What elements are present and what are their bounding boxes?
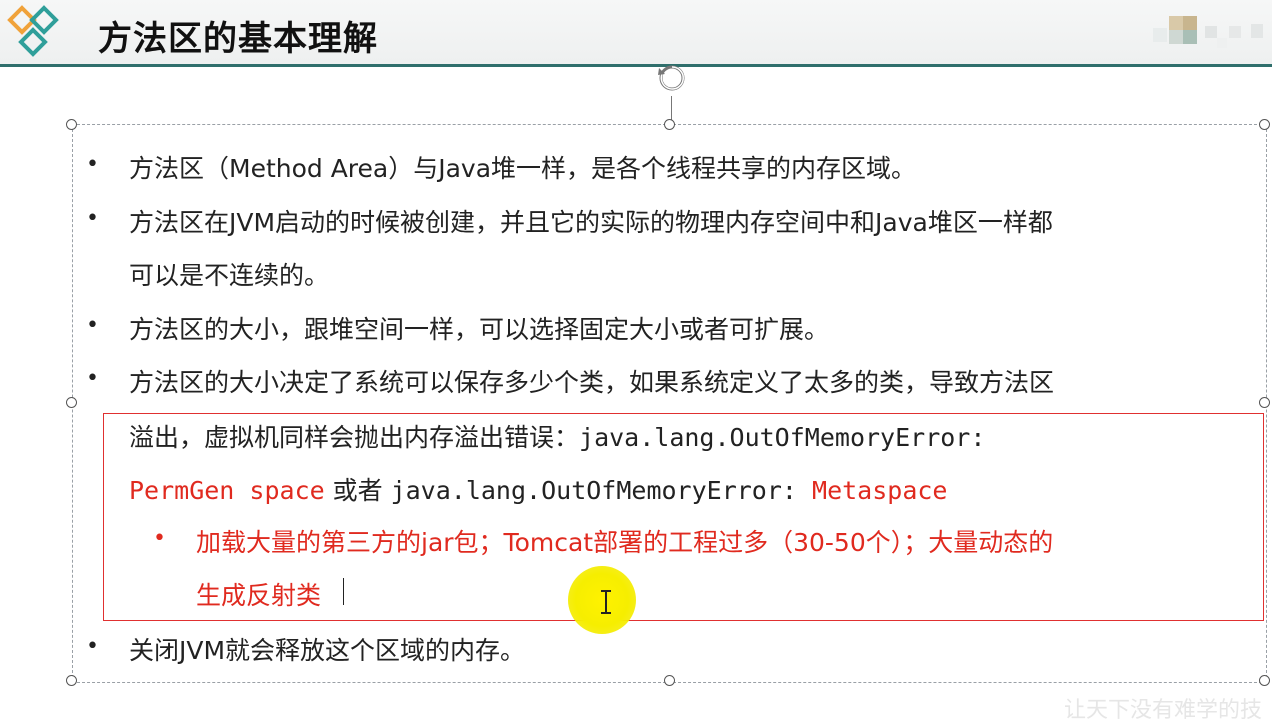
resize-handle-top[interactable] — [664, 119, 675, 130]
bullet-marker: • — [86, 206, 99, 231]
resize-handle-bottom-left[interactable] — [66, 675, 77, 686]
rotate-stem — [671, 96, 672, 120]
bullet-marker: • — [86, 634, 99, 659]
bullet-4-error-class-2: java.lang.OutOfMemoryError: — [390, 476, 797, 505]
bullet-marker: • — [86, 313, 99, 338]
permgen-space-text: PermGen space — [129, 476, 325, 505]
sub-bullet-line-2: 生成反射类 — [196, 581, 322, 610]
resize-handle-bottom[interactable] — [664, 675, 675, 686]
or-text: 或者 — [324, 476, 391, 505]
resize-handle-top-right[interactable] — [1259, 119, 1270, 130]
bullet-1-text: 方法区（Method Area）与Java堆一样，是各个线程共享的内存区域。 — [129, 154, 917, 183]
resize-handle-top-left[interactable] — [66, 119, 77, 130]
slide-title: 方法区的基本理解 — [98, 19, 378, 59]
bullet-marker: • — [86, 366, 99, 391]
diamond-logo-icon — [7, 5, 59, 57]
text-cursor-icon — [601, 590, 611, 614]
slide-header: 方法区的基本理解 — [0, 0, 1272, 67]
resize-handle-bottom-right[interactable] — [1259, 675, 1270, 686]
resize-handle-right[interactable] — [1259, 397, 1270, 408]
bullet-3-text: 方法区的大小，跟堆空间一样，可以选择固定大小或者可扩展。 — [129, 315, 830, 344]
bullet-4-line-3: PermGen space 或者 java.lang.OutOfMemoryEr… — [129, 471, 947, 507]
bullet-2-line-1: 方法区在JVM启动的时候被创建，并且它的实际的物理内存空间中和Java堆区一样都 — [129, 208, 1053, 237]
bullet-4-line-1: 方法区的大小决定了系统可以保存多少个类，如果系统定义了太多的类，导致方法区 — [129, 368, 1055, 397]
text-caret — [343, 578, 344, 605]
bullet-4-error-class-1: java.lang.OutOfMemoryError: — [579, 423, 986, 452]
bullet-4-line-2-text: 溢出，虚拟机同样会抛出内存溢出错误： — [129, 423, 580, 452]
sub-bullet-line-1: 加载大量的第三方的jar包；Tomcat部署的工程过多（30-50个）；大量动态… — [196, 528, 1054, 557]
blurred-logo — [1153, 16, 1263, 48]
bullet-marker: • — [86, 152, 99, 177]
resize-handle-left[interactable] — [66, 397, 77, 408]
rotate-handle-icon[interactable] — [656, 62, 688, 96]
bullet-2-line-2: 可以是不连续的。 — [129, 261, 330, 290]
bullet-5-text: 关闭JVM就会释放这个区域的内存。 — [129, 636, 526, 665]
sub-bullet-marker: • — [153, 526, 166, 551]
bullet-4-line-2: 溢出，虚拟机同样会抛出内存溢出错误：java.lang.OutOfMemoryE… — [129, 418, 985, 454]
watermark-text: 让天下没有难学的技 — [1063, 698, 1262, 723]
metaspace-text: Metaspace — [796, 476, 948, 505]
